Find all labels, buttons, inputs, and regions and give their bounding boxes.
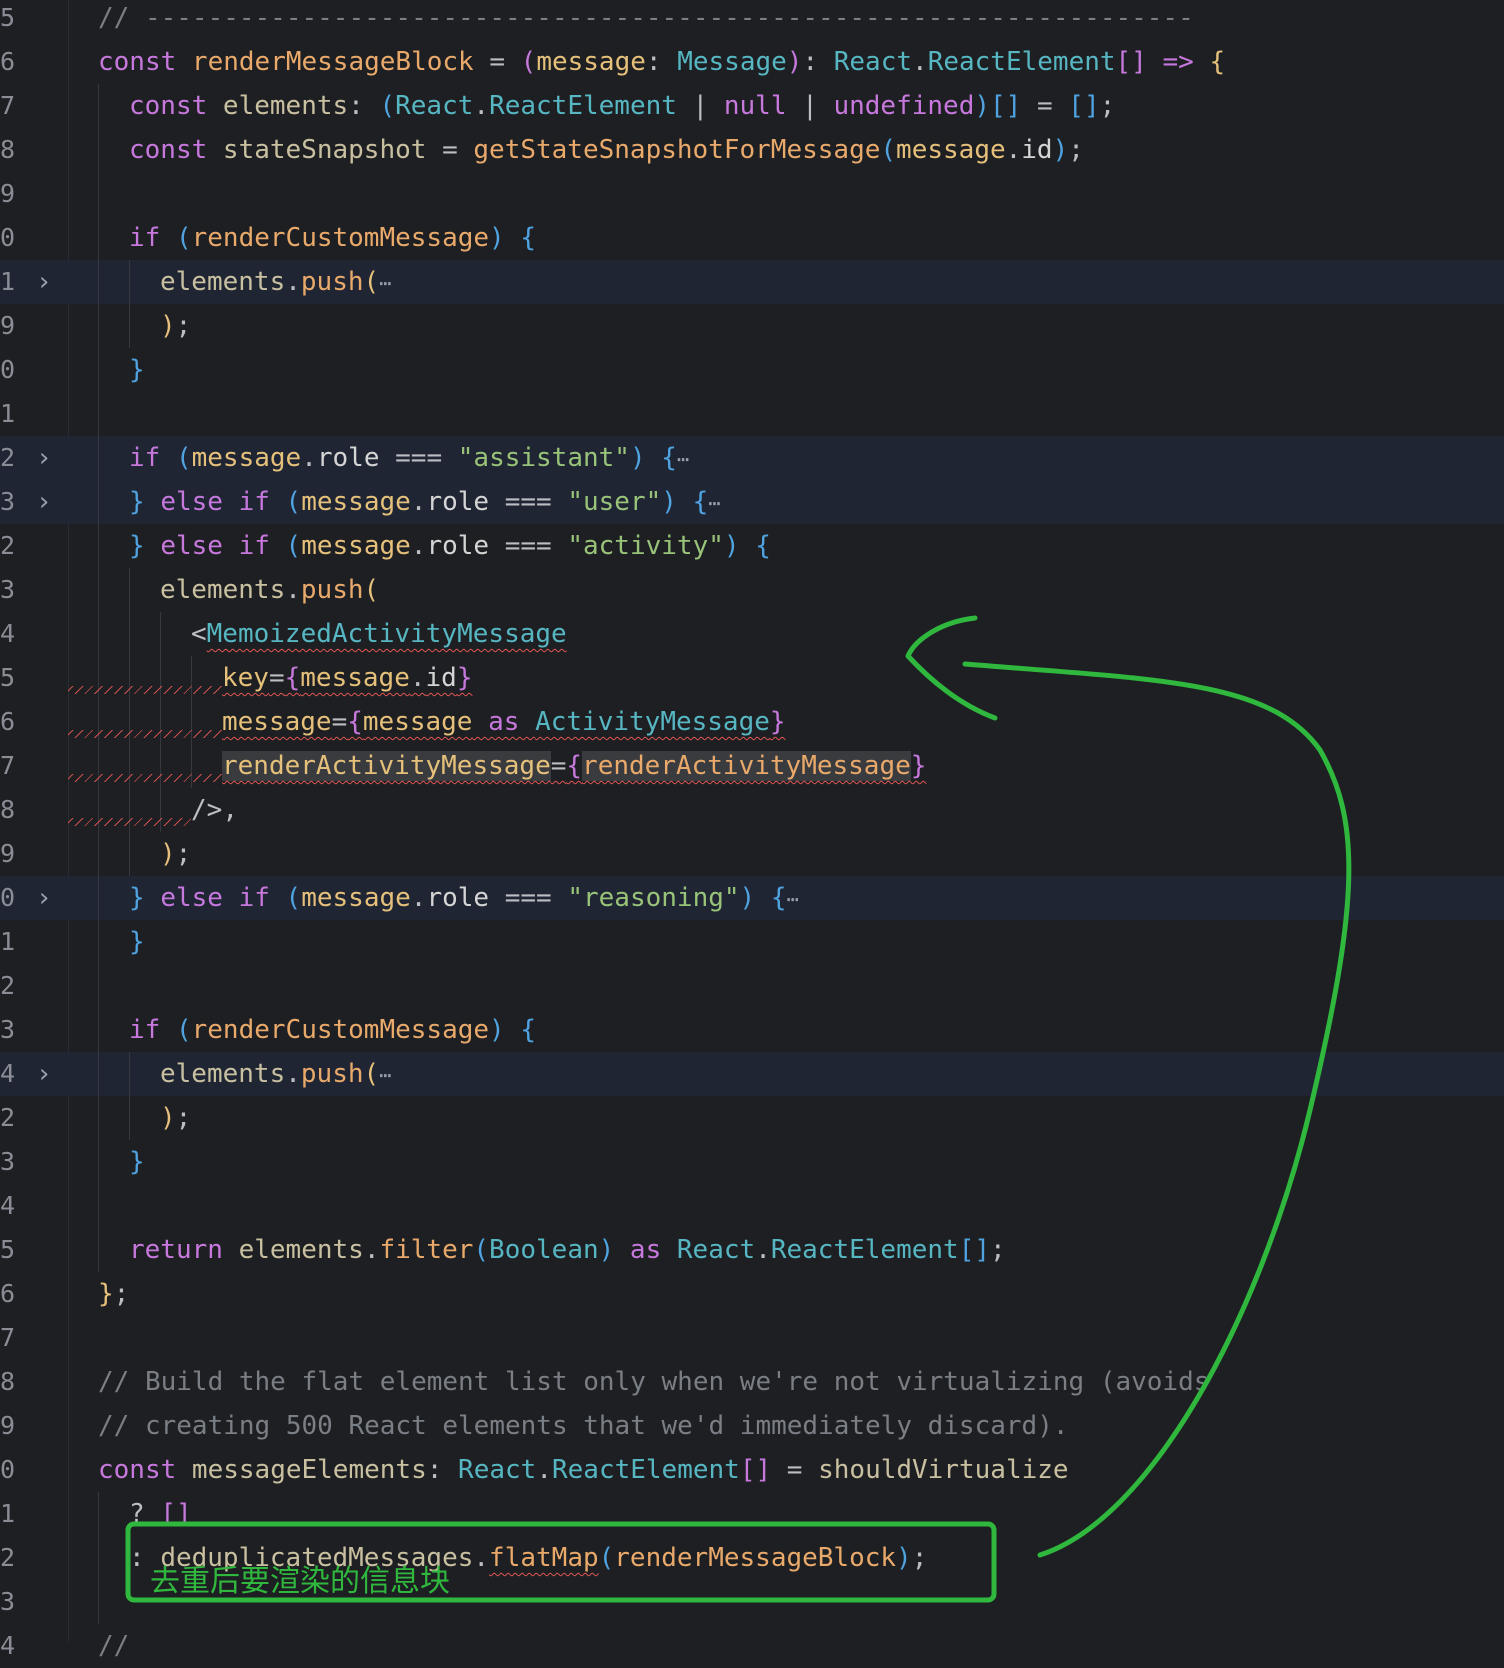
annotation-overlay: [125, 615, 1352, 1603]
annotation-arrowhead: [905, 615, 998, 721]
annotation-label: 去重后要渲染的信息块: [150, 1564, 450, 1599]
code-editor[interactable]: 5// ------------------------------------…: [0, 0, 1504, 1661]
annotation-arrow-line: [962, 661, 1352, 1558]
